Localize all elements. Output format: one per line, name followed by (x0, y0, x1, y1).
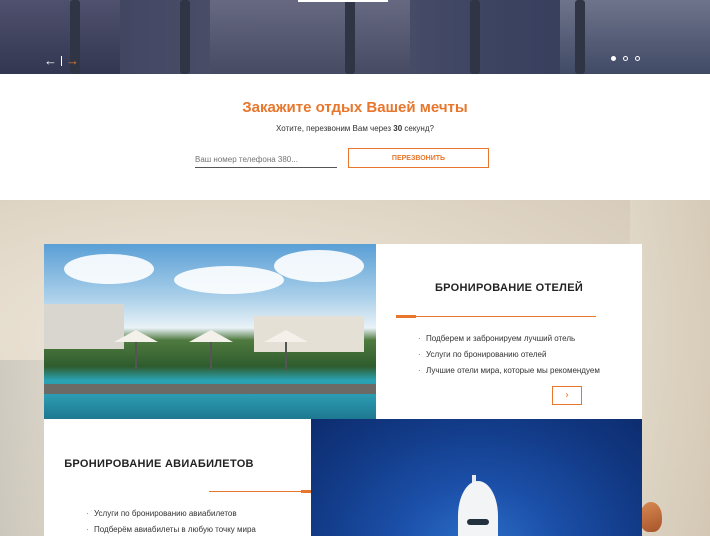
list-item: Подберем и забронируем лучший отель (418, 333, 618, 344)
subtitle-seconds: 30 (393, 124, 403, 133)
list-item: Услуги по бронированию отелей (418, 349, 618, 360)
umbrella (189, 330, 233, 342)
hotel-more-button[interactable]: › (552, 386, 582, 405)
hero-cta-button[interactable] (298, 0, 388, 2)
slider-arrows: ← → (44, 53, 79, 68)
slider-dots (611, 56, 640, 61)
slider-dot-3[interactable] (635, 56, 640, 61)
hotel-booking-title: БРОНИРОВАНИЕ ОТЕЛЕЙ (434, 282, 584, 294)
arrow-separator (61, 55, 62, 66)
umbrella-pole (210, 342, 212, 370)
flight-booking-panel: БРОНИРОВАНИЕ АВИАБИЛЕТОВ Услуги по брони… (44, 419, 321, 536)
title-divider (396, 315, 596, 318)
flight-features-list: Услуги по бронированию авиабилетов Подбе… (86, 508, 316, 536)
slider-dot-2[interactable] (623, 56, 628, 61)
hotel-features-list: Подберем и забронируем лучший отель Услу… (418, 333, 618, 381)
cloud (174, 266, 284, 294)
list-item: Подберём авиабилеты в любую точку мира (86, 524, 316, 535)
flight-booking-card: БРОНИРОВАНИЕ АВИАБИЛЕТОВ Услуги по брони… (44, 419, 642, 536)
slider-dot-1[interactable] (611, 56, 616, 61)
hotel-pool-image (44, 244, 376, 419)
hotel-booking-panel: БРОНИРОВАНИЕ ОТЕЛЕЙ Подберем и заброниру… (376, 244, 642, 419)
pool-water (44, 394, 376, 419)
list-item: Услуги по бронированию авиабилетов (86, 508, 316, 519)
seashell-image (640, 502, 662, 532)
title-divider (209, 490, 321, 493)
umbrella-pole (135, 342, 137, 370)
hotel-building (44, 304, 124, 349)
callback-subtitle: Хотите, перезвоним Вам через 30 секунд? (0, 124, 710, 133)
flight-booking-title: БРОНИРОВАНИЕ АВИАБИЛЕТОВ (64, 458, 254, 470)
callback-button[interactable]: ПЕРЕЗВОНИТЬ (348, 148, 489, 168)
hotel-booking-card: БРОНИРОВАНИЕ ОТЕЛЕЙ Подберем и заброниру… (44, 244, 642, 419)
subtitle-text: Хотите, перезвоним Вам через (276, 124, 394, 133)
arrow-right-icon[interactable]: → (66, 53, 79, 68)
hero-overlay (0, 0, 710, 74)
title-divider-accent (396, 315, 416, 318)
umbrella-pole (285, 342, 287, 370)
cloud (274, 250, 364, 282)
beach-sand (630, 200, 710, 536)
airplane-body (458, 481, 498, 536)
arrow-left-icon[interactable]: ← (44, 53, 57, 68)
hotel-building (254, 316, 364, 352)
subtitle-text-end: секунд? (402, 124, 434, 133)
cloud (64, 254, 154, 284)
callback-title: Закажите отдых Вашей мечты (242, 99, 468, 116)
airplane-image (311, 419, 642, 536)
airplane-cockpit (467, 519, 489, 525)
hero-slider: ← → (0, 0, 710, 74)
callback-section: Закажите отдых Вашей мечты Хотите, перез… (0, 74, 710, 200)
list-item: Лучшие отели мира, которые мы рекомендуе… (418, 365, 618, 376)
phone-input[interactable] (195, 152, 337, 168)
